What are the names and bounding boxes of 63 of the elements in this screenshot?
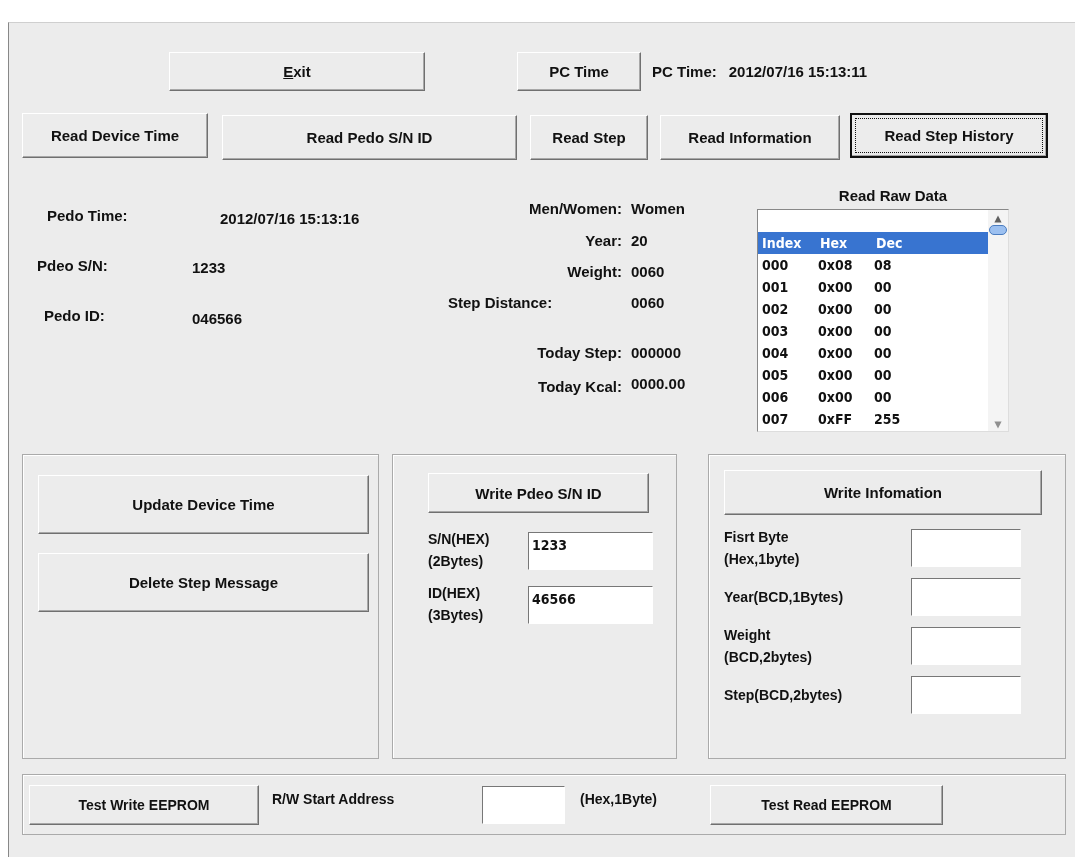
info-value: 046566	[192, 310, 243, 329]
info-label: Year:	[584, 232, 622, 251]
button[interactable]: Delete Step Message	[38, 553, 369, 612]
input-field[interactable]: 1233	[528, 532, 653, 570]
time-label: PC Time:	[652, 63, 717, 80]
button[interactable]: Read Device Time	[22, 113, 208, 158]
scroll-thumb[interactable]	[989, 225, 1007, 235]
input-field[interactable]	[911, 578, 1021, 616]
list-item[interactable]: 007 0xFF 255	[758, 408, 988, 430]
button[interactable]: Read Information	[660, 115, 840, 160]
scrollbar[interactable]	[988, 210, 1008, 431]
button[interactable]: PC Time	[517, 52, 641, 91]
list-item[interactable]: 001 0x00 00	[758, 276, 988, 298]
info-label: Pedo Time:	[47, 207, 129, 226]
button[interactable]: Write Infomation	[724, 470, 1042, 515]
list-item[interactable]: 004 0x00 00	[758, 342, 988, 364]
address-label: R/W Start Address	[272, 790, 396, 807]
button[interactable]: Read Step History	[850, 113, 1048, 158]
input-field[interactable]	[911, 676, 1021, 714]
list-item[interactable]: 002 0x00 00	[758, 298, 988, 320]
field-label: S/N(HEX) (2Bytes)	[428, 530, 491, 571]
field-label: Weight (BCD,2bytes)	[724, 626, 813, 667]
field-label: Step(BCD,2bytes)	[724, 686, 844, 705]
info-value: 0060	[631, 294, 665, 313]
button[interactable]: Update Device Time	[38, 475, 369, 534]
info-value: 1233	[192, 259, 226, 278]
info-label: Men/Women:	[527, 200, 622, 219]
info-label: Step Distance:	[447, 294, 554, 313]
button[interactable]: Exit	[169, 52, 425, 91]
info-label: Today Step:	[536, 344, 622, 363]
field-label: ID(HEX) (3Bytes)	[428, 584, 485, 625]
time-value: 2012/07/16 15:13:11	[728, 63, 868, 80]
input-field[interactable]: 46566	[528, 586, 653, 624]
info-value: 000000	[631, 344, 682, 363]
address-hint: (Hex,1Byte)	[580, 790, 659, 807]
field-label: Fisrt Byte (Hex,1byte)	[724, 528, 801, 569]
button[interactable]: Test Write EEPROM	[29, 784, 259, 825]
list-item[interactable]: 005 0x00 00	[758, 364, 988, 386]
info-value: Women	[631, 200, 685, 219]
list-item[interactable]: 003 0x00 00	[758, 320, 988, 342]
scroll-down-icon[interactable]	[992, 419, 1004, 431]
input-field[interactable]	[911, 627, 1021, 665]
info-value: 20	[631, 232, 648, 251]
field-label: Year(BCD,1Bytes)	[724, 588, 845, 607]
list-box[interactable]: Index Hex Dec 000 0x08 08 001 0x00 00 002 0x00 00 003 0x00 00 004 0x00 00 005 0x00 00 006 0x00 00 007 0xFF 255	[757, 209, 1009, 432]
button[interactable]: Read Pedo S/N ID	[222, 115, 517, 160]
list-item[interactable]: 006 0x00 00	[758, 386, 988, 408]
info-value: 0060	[631, 263, 665, 282]
list-item[interactable]: 000 0x08 08	[758, 254, 988, 276]
input-field[interactable]	[911, 529, 1021, 567]
info-value: 2012/07/16 15:13:16	[220, 210, 360, 229]
button[interactable]: Read Step	[530, 115, 648, 160]
info-label: Today Kcal:	[537, 377, 622, 397]
list-item[interactable]: Index Hex Dec	[758, 232, 988, 254]
button[interactable]: Write Pdeo S/N ID	[428, 473, 649, 513]
info-label: Weight:	[566, 263, 622, 282]
input-field[interactable]	[482, 785, 565, 824]
scroll-up-icon[interactable]	[992, 213, 1004, 225]
list-title: Read Raw Data	[837, 187, 949, 206]
info-label: Pdeo S/N:	[37, 257, 109, 276]
info-value: 0000.00	[631, 375, 686, 394]
info-label: Pedo ID:	[44, 307, 106, 326]
button[interactable]: Test Read EEPROM	[710, 784, 943, 825]
